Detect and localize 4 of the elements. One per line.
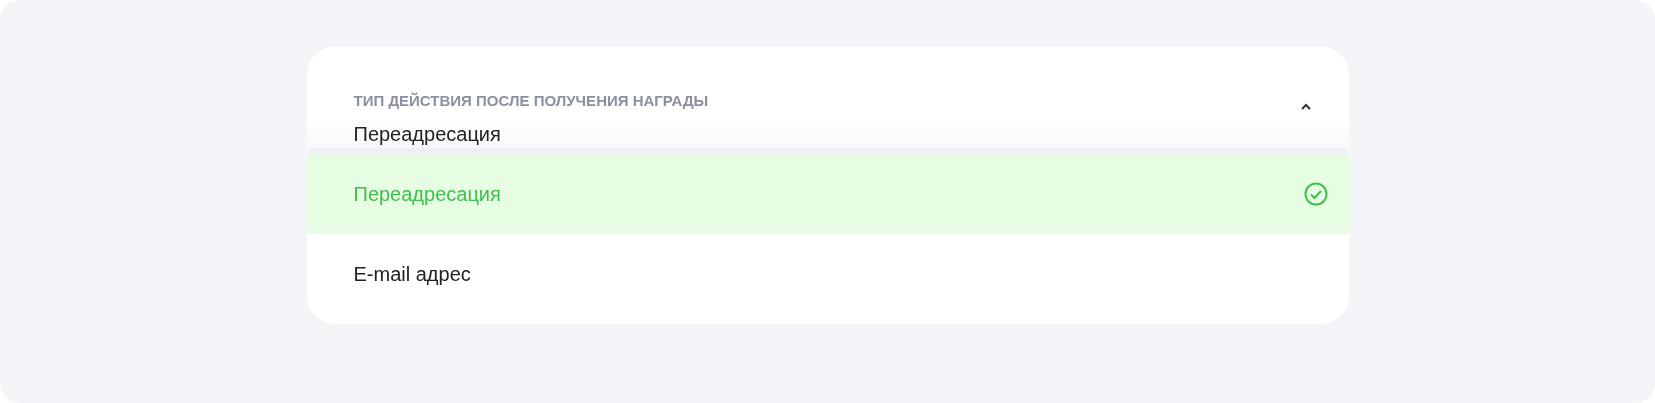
field-label: ТИП ДЕЙСТВИЯ ПОСЛЕ ПОЛУЧЕНИЯ НАГРАДЫ [353, 91, 710, 109]
selected-value: Переадресация [353, 122, 502, 146]
dropdown-option[interactable]: E-mail адрес [306, 234, 1349, 314]
check-circle-icon [1302, 181, 1329, 207]
